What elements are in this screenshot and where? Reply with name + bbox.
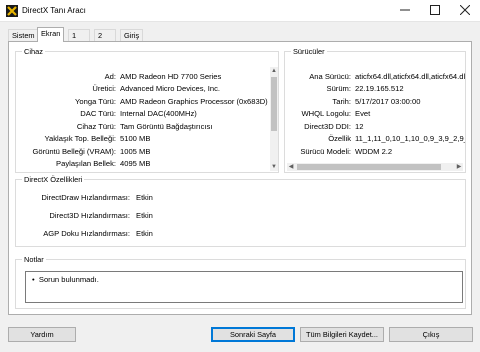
window-title: DirectX Tanı Aracı [22, 6, 86, 15]
maximize-icon [430, 5, 440, 16]
direct3d-accel-value: Etkin [136, 211, 153, 220]
directx-features-title: DirectX Özellikleri [22, 175, 85, 184]
agp-texture-accel-value: Etkin [136, 229, 153, 238]
minimize-icon [400, 9, 410, 11]
tab-2-sesi[interactable]: 2 Sesi [94, 29, 117, 51]
device-shared-memory-value: 4095 MB [120, 159, 151, 168]
device-manufacturer-value: Advanced Micro Devices, Inc. [120, 84, 221, 93]
drivers-scroll-thumb[interactable] [297, 164, 441, 170]
scroll-right-icon[interactable]: ▶ [455, 163, 463, 171]
directx-icon [6, 5, 18, 17]
device-shared-memory-label: Paylaşılan Bellek: [56, 159, 116, 168]
device-total-memory-label: Yaklaşık Top. Belleği: [44, 134, 116, 143]
device-manufacturer-label: Üretici: [92, 84, 116, 93]
driver-main-label: Ana Sürücü: [309, 72, 351, 81]
driver-main-value: aticfx64.dll,aticfx64.dll,aticfx64.dll,a… [355, 72, 465, 81]
driver-feature-value: 11_1,11_0,10_1,10_0,9_3,9_2,9_1 [355, 134, 465, 143]
tab-1-sesi[interactable]: 1 Sesi [68, 29, 91, 51]
driver-date-label: Tarih: [332, 97, 351, 106]
bullet-icon: • [32, 275, 39, 284]
close-icon [459, 5, 471, 16]
scroll-left-icon[interactable]: ◀ [287, 163, 295, 171]
driver-version-value: 22.19.165.512 [355, 84, 404, 93]
notes-textbox[interactable]: • Sorun bulunmadı. [25, 271, 463, 303]
driver-model-value: WDDM 2.2 [355, 147, 393, 156]
driver-whql-label: WHQL Logolu: [301, 109, 351, 118]
scroll-down-icon[interactable]: ▼ [270, 163, 278, 171]
save-all-info-button[interactable]: Tüm Bilgileri Kaydet... [300, 327, 384, 342]
tab-ekran[interactable]: Ekran [37, 27, 65, 42]
driver-model-label: Sürücü Modeli: [300, 147, 351, 156]
drivers-hscrollbar[interactable]: ◀ ▶ [287, 163, 463, 171]
device-group: Cihaz Ad: AMD Radeon HD 7700 Series Üret… [15, 47, 279, 173]
device-type-label: Cihaz Türü: [76, 122, 116, 131]
close-button[interactable] [450, 0, 480, 22]
device-type-value: Tam Görüntü Bağdaştırıcısı [120, 122, 213, 131]
tab-panel-ekran: Cihaz Ad: AMD Radeon HD 7700 Series Üret… [8, 41, 472, 315]
notes-item: • Sorun bulunmadı. [32, 275, 99, 284]
tab-giris[interactable]: Giriş [120, 29, 144, 41]
exit-button[interactable]: Çıkış [389, 327, 473, 342]
device-chip-label: Yonga Türü: [75, 97, 116, 106]
tab-sistem[interactable]: Sistem [8, 29, 39, 41]
maximize-button[interactable] [420, 0, 450, 22]
minimize-button[interactable] [390, 0, 420, 22]
drivers-group: Sürücüler Ana Sürücü: aticfx64.dll,aticf… [284, 47, 466, 173]
driver-feature-label: Özellik [328, 134, 351, 143]
notes-group: Notlar • Sorun bulunmadı. [15, 255, 466, 309]
agp-texture-accel-label: AGP Doku Hızlandırması: [43, 229, 130, 238]
help-button[interactable]: Yardım [8, 327, 76, 342]
drivers-group-title: Sürücüler [291, 47, 327, 56]
title-bar[interactable]: DirectX Tanı Aracı [0, 0, 480, 22]
device-chip-value: AMD Radeon Graphics Processor (0x683D) [120, 97, 268, 106]
driver-date-value: 5/17/2017 03:00:00 [355, 97, 421, 106]
device-group-title: Cihaz [22, 47, 45, 56]
notes-item-text: Sorun bulunmadı. [38, 275, 99, 284]
driver-version-label: Sürüm: [326, 84, 351, 93]
directdraw-accel-label: DirectDraw Hızlandırması: [41, 193, 130, 202]
next-page-button[interactable]: Sonraki Sayfa [211, 327, 295, 342]
device-name-value: AMD Radeon HD 7700 Series [120, 72, 222, 81]
notes-title: Notlar [22, 255, 46, 264]
device-vram-value: 1005 MB [120, 147, 151, 156]
driver-whql-value: Evet [355, 109, 371, 118]
directx-features-group: DirectX Özellikleri DirectDraw Hızlandır… [15, 175, 466, 247]
device-vram-label: Görüntü Belleği (VRAM): [32, 147, 116, 156]
device-dac-value: Internal DAC(400MHz) [120, 109, 197, 118]
device-total-memory-value: 5100 MB [120, 134, 151, 143]
driver-ddi-label: Direct3D DDI: [304, 122, 351, 131]
device-name-label: Ad: [104, 72, 116, 81]
direct3d-accel-label: Direct3D Hızlandırması: [49, 211, 130, 220]
device-dac-label: DAC Türü: [80, 109, 116, 118]
directdraw-accel-value: Etkin [136, 193, 153, 202]
driver-ddi-value: 12 [355, 122, 364, 131]
